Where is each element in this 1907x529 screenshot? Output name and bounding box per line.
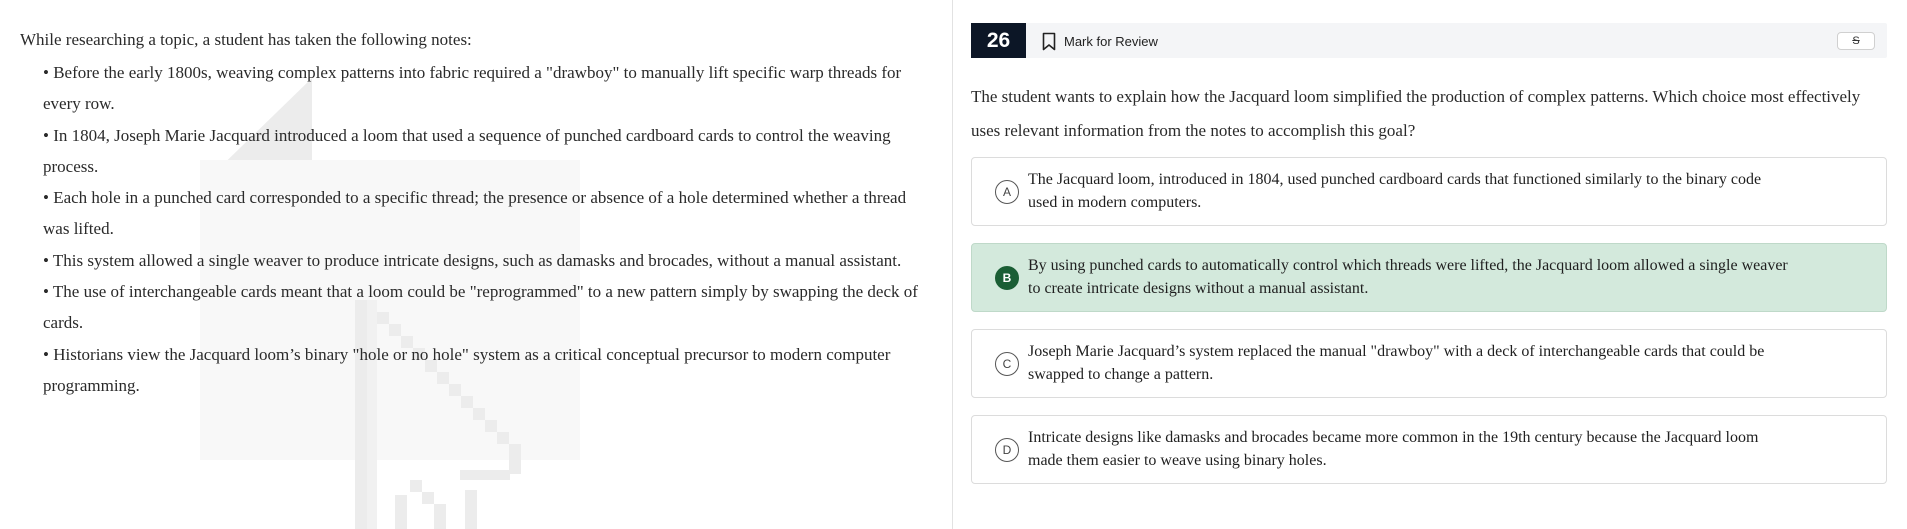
answer-choice-a[interactable]: A The Jacquard loom, introduced in 1804,… [971, 157, 1887, 226]
choice-text-line: swapped to change a pattern. [1028, 366, 1214, 383]
choice-text-line: made them easier to weave using binary h… [1028, 452, 1327, 469]
strikethrough-toggle-button[interactable]: S [1837, 32, 1875, 50]
mark-for-review-button[interactable]: Mark for Review [1042, 31, 1158, 51]
choice-text-line: Intricate designs like damasks and broca… [1028, 429, 1759, 446]
note-line: • The use of interchangeable cards meant… [43, 282, 918, 302]
passage-pane: While researching a topic, a student has… [0, 0, 952, 529]
choice-text: The Jacquard loom, introduced in 1804, u… [1028, 168, 1856, 214]
answer-choice-b[interactable]: B By using punched cards to automaticall… [971, 243, 1887, 312]
notes-list: • Before the early 1800s, weaving comple… [43, 57, 936, 401]
notes-intro: While researching a topic, a student has… [20, 30, 472, 49]
note-line: • Before the early 1800s, weaving comple… [43, 63, 902, 82]
choice-text-line: The Jacquard loom, introduced in 1804, u… [1028, 171, 1762, 188]
mark-for-review-label: Mark for Review [1064, 33, 1158, 49]
strikethrough-icon: S [1852, 35, 1860, 47]
choice-text-line: used in modern computers. [1028, 194, 1202, 211]
choice-text: Joseph Marie Jacquard’s system replaced … [1028, 340, 1856, 386]
choice-letter-badge: B [995, 265, 1019, 290]
note-line: • Historians view the Jacquard loom’s bi… [43, 344, 891, 364]
choice-text: By using punched cards to automatically … [1028, 254, 1856, 300]
choice-letter-badge: A [995, 179, 1019, 204]
choice-letter-badge: D [995, 437, 1019, 462]
choice-text-line: Joseph Marie Jacquard’s system replaced … [1028, 343, 1765, 360]
note-line: was lifted. [43, 219, 114, 239]
question-pane: 26 Mark for Review S The student wants t… [953, 0, 1907, 529]
choice-text-line: to create intricate designs without a ma… [1028, 280, 1369, 297]
question-header-bar: 26 Mark for Review S [971, 23, 1887, 58]
choice-letter-badge: C [995, 351, 1019, 376]
answer-choice-d[interactable]: D Intricate designs like damasks and bro… [971, 415, 1887, 484]
note-line: cards. [43, 313, 84, 333]
note-line: process. [43, 156, 99, 176]
note-line: • This system allowed a single weaver to… [43, 250, 902, 270]
note-line: • Each hole in a punched card correspond… [43, 188, 907, 208]
question-stem: The student wants to explain how the Jac… [971, 87, 1861, 140]
answer-choice-c[interactable]: C Joseph Marie Jacquard’s system replace… [971, 329, 1887, 398]
note-line: • In 1804, Joseph Marie Jacquard introdu… [43, 125, 891, 145]
bookmark-icon [1042, 32, 1056, 50]
choice-text-line: By using punched cards to automatically … [1028, 257, 1788, 274]
note-line: every row. [43, 94, 115, 114]
question-number: 26 [971, 23, 1026, 58]
note-line: programming. [43, 375, 140, 395]
choice-text: Intricate designs like damasks and broca… [1028, 426, 1856, 472]
